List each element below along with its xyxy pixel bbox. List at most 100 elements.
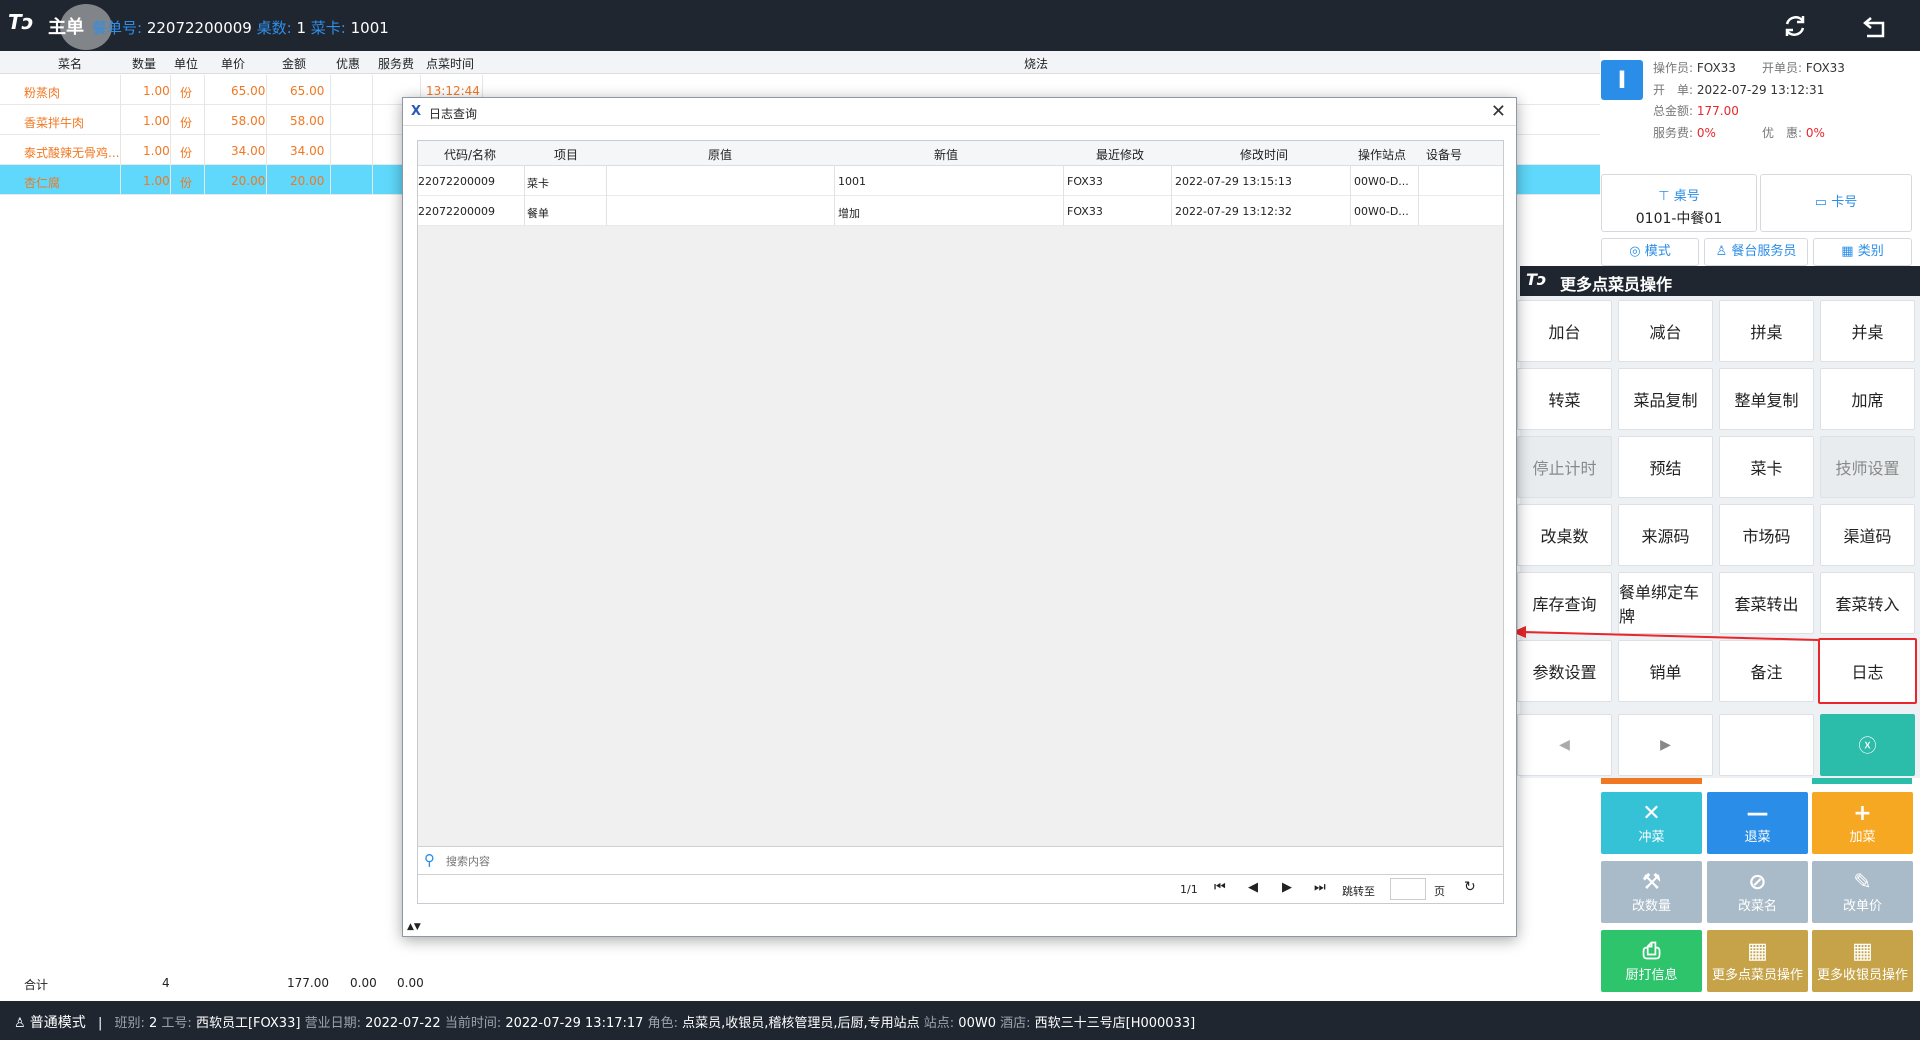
col-qty: 数量 [132,57,157,71]
more-cashier-ops-button[interactable]: ▦ 更多收银员操作 [1812,930,1913,992]
op-set-in-button[interactable]: 套菜转入 [1820,572,1915,634]
order-type-badge: I [1601,60,1643,100]
refresh-icon[interactable]: ↻ [1464,879,1476,895]
op-source-code-button[interactable]: 来源码 [1618,504,1713,566]
open-time-value: 2022-07-29 13:12:31 [1696,83,1825,97]
first-page-icon[interactable]: ⏮ [1214,880,1226,895]
change-price-label: 改单价 [1842,898,1882,914]
dish-name: 香菜拌牛肉 [24,116,85,130]
return-dish-button[interactable]: — 退菜 [1707,792,1808,854]
search-bar: ⚲ [418,846,1503,875]
close-icon[interactable]: ✕ [1491,101,1506,122]
table-no-button[interactable]: ⊤ 桌号 0101-中餐01 [1601,174,1757,232]
app-logo: Tↄ [8,10,34,34]
change-name-button[interactable]: ⊘ 改菜名 [1707,861,1808,923]
op-reduce-table-button[interactable]: 减台 [1618,300,1713,362]
prev-page-button[interactable]: ◀ [1517,714,1612,776]
search-input[interactable] [444,851,1484,871]
log-table-header: 代码/名称 项目 原值 新值 最近修改 修改时间 操作站点 设备号 [418,141,1503,166]
op-pre-settle-button[interactable]: 预结 [1618,436,1713,498]
total-info: 总金额: 177.00 [1653,102,1739,119]
kitchen-print-button[interactable]: ⎙ 厨打信息 [1601,930,1702,992]
app-logo: Tↄ [1526,270,1547,289]
more-ops-title: 更多点菜员操作 [1560,275,1673,294]
op-remark-button[interactable]: 备注 [1719,640,1814,702]
prev-page-icon[interactable]: ◀ [1248,880,1258,895]
log-station: 00W0-D... [1354,205,1409,218]
next-page-icon[interactable]: ▶ [1282,880,1292,895]
col-unit: 单位 [174,57,199,71]
op-channel-code-button[interactable]: 渠道码 [1820,504,1915,566]
dish-qty: 1.00 [143,144,170,158]
op-log-button[interactable]: 日志 [1818,638,1917,704]
op-copy-order-button[interactable]: 整单复制 [1719,368,1814,430]
dialog-title-bar: X 日志查询 ✕ [403,98,1516,126]
mode-icon: ◎ [1629,244,1641,259]
change-qty-button[interactable]: ⚒ 改数量 [1601,861,1702,923]
dish-amount: 34.00 [290,144,325,158]
log-row[interactable]: 22072200009 菜卡 1001 FOX33 2022-07-29 13:… [418,166,1503,196]
total-label: 总金额: [1653,104,1694,118]
mode-button[interactable]: ◎ 模式 [1601,238,1699,266]
wash-dish-button[interactable]: ✕ 冲菜 [1601,792,1702,854]
op-add-seat-button[interactable]: 加席 [1820,368,1915,430]
op-change-table-count-button[interactable]: 改桌数 [1517,504,1612,566]
more-order-ops-button[interactable]: ▦ 更多点菜员操作 [1707,930,1808,992]
dish-qty: 1.00 [143,174,170,188]
chevron-left-icon: ◀ [1559,737,1570,753]
log-col-code: 代码/名称 [444,148,497,162]
add-dish-button[interactable]: + 加菜 [1812,792,1913,854]
opener-info: 开单员: FOX33 [1762,59,1845,76]
log-row[interactable]: 22072200009 餐单 增加 FOX33 2022-07-29 13:12… [418,196,1503,226]
ops-input[interactable] [1719,714,1814,776]
refresh-icon[interactable] [1778,10,1812,42]
dish-unit: 份 [180,176,193,190]
card-label: 菜卡: [310,19,346,37]
role-label: 角色: [647,1016,678,1031]
resize-handle-icon[interactable]: ▲▼ [407,922,421,932]
edit-icon: ✎ [1853,869,1872,895]
op-join-table-button[interactable]: 拼桌 [1719,300,1814,362]
op-add-table-button[interactable]: 加台 [1517,300,1612,362]
back-icon[interactable] [1858,10,1892,42]
next-page-button[interactable]: ▶ [1618,714,1713,776]
dish-qty: 1.00 [143,114,170,128]
user-icon: ♙ [14,1016,26,1031]
col-cook: 烧法 [1024,57,1049,71]
op-merge-table-button[interactable]: 并桌 [1820,300,1915,362]
waiter-label: 餐台服务员 [1731,244,1797,259]
log-new: 增加 [838,207,860,220]
waiter-button[interactable]: ♙ 餐台服务员 [1704,238,1808,266]
service-value: 0% [1696,126,1716,140]
change-price-button[interactable]: ✎ 改单价 [1812,861,1913,923]
op-market-code-button[interactable]: 市场码 [1719,504,1814,566]
wrench-icon: ⚒ [1641,869,1662,895]
table-count-label: 桌数: [256,19,292,37]
log-modifier: FOX33 [1067,205,1103,218]
operator-label: 操作员: [1653,61,1694,75]
grid-icon: ▦ [1852,938,1873,964]
log-col-device: 设备号 [1426,148,1463,162]
mode-label: 普通模式 [29,1015,86,1031]
jump-page-input[interactable] [1390,878,1426,900]
last-page-icon[interactable]: ⏭ [1314,880,1326,895]
category-button[interactable]: ▦ 类别 [1813,238,1912,266]
opener-value: FOX33 [1805,61,1845,75]
dish-unit: 份 [180,146,193,160]
col-service: 服务费 [378,57,415,71]
op-copy-dish-button[interactable]: 菜品复制 [1618,368,1713,430]
station-label: 站点: [923,1016,955,1031]
card-no-button[interactable]: ▭ 卡号 [1760,174,1912,232]
op-technician-button[interactable]: 技师设置 [1820,436,1915,498]
mode-label: 模式 [1644,244,1671,259]
op-param-settings-button[interactable]: 参数设置 [1517,640,1612,702]
user-icon: ♙ [1715,244,1728,259]
op-dish-card-button[interactable]: 菜卡 [1719,436,1814,498]
wash-label: 冲菜 [1638,829,1665,845]
log-item: 菜卡 [527,177,549,190]
op-transfer-dish-button[interactable]: 转菜 [1517,368,1612,430]
op-stop-timer-button[interactable]: 停止计时 [1517,436,1612,498]
close-ops-button[interactable]: ⓧ [1820,714,1915,776]
op-cancel-order-button[interactable]: 销单 [1618,640,1713,702]
dish-price: 34.00 [231,144,266,158]
